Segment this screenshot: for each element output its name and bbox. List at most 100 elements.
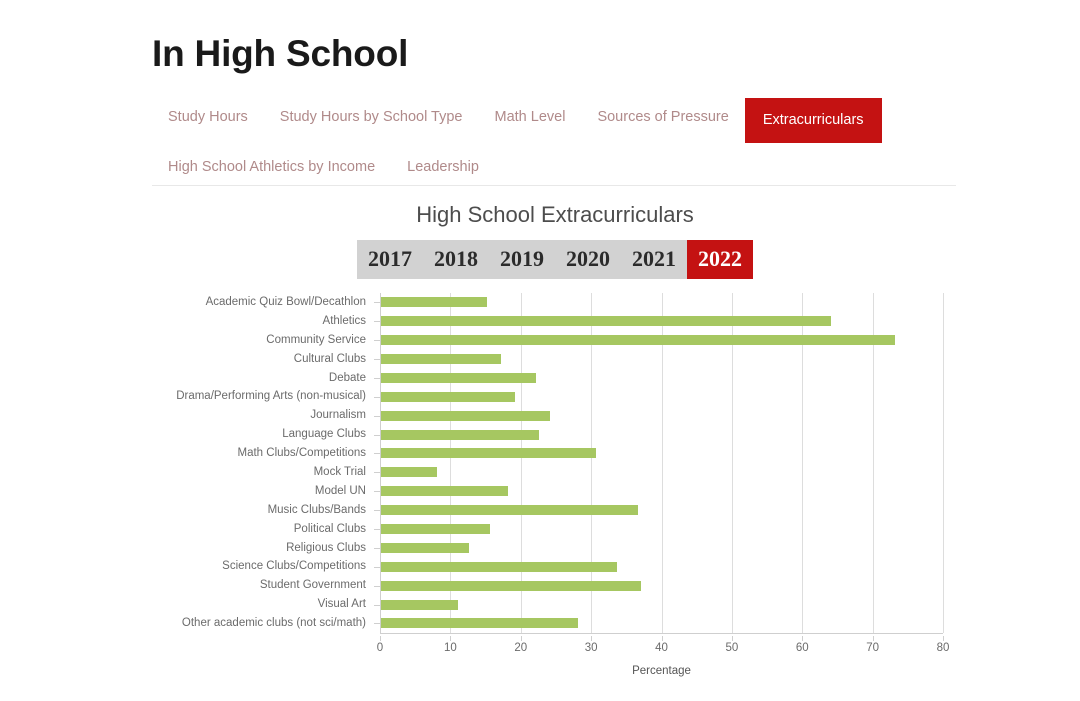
bar[interactable]: [381, 316, 832, 327]
category-label: Drama/Performing Arts (non-musical): [176, 390, 366, 403]
x-tick-mark-80: [943, 635, 944, 641]
x-axis-title: Percentage: [632, 664, 691, 677]
bar[interactable]: [381, 561, 617, 572]
x-tick-label-40: 40: [655, 641, 668, 654]
x-tick-label-50: 50: [725, 641, 739, 654]
y-axis-tick: [374, 302, 380, 304]
tab-extracurriculars[interactable]: Extracurriculars: [744, 98, 882, 144]
tab-study-hours[interactable]: Study Hours: [152, 98, 264, 137]
y-axis-tick: [374, 340, 380, 342]
chart-row: Religious Clubs: [152, 538, 958, 557]
category-label: Music Clubs/Bands: [267, 503, 366, 516]
chart-row: Science Clubs/Competitions: [152, 557, 958, 576]
category-label: Community Service: [266, 333, 366, 346]
tab-high-school-athletics-by-income[interactable]: High School Athletics by Income: [152, 148, 391, 187]
chart-row: Math Clubs/Competitions: [152, 444, 958, 463]
y-axis-tick: [374, 415, 380, 417]
category-label: Model UN: [314, 484, 366, 497]
chart-row: Mock Trial: [152, 463, 958, 482]
x-tick-label-80: 80: [936, 641, 950, 654]
chart-row: Academic Quiz Bowl/Decathlon: [152, 293, 958, 312]
bar[interactable]: [381, 580, 642, 591]
category-label: Other academic clubs (not sci/math): [181, 617, 366, 630]
x-tick-label-20: 20: [514, 641, 528, 654]
bar[interactable]: [381, 297, 487, 308]
bar[interactable]: [381, 372, 536, 383]
y-axis-tick: [374, 528, 380, 530]
x-tick-mark-10: [450, 635, 452, 641]
bar[interactable]: [381, 618, 579, 629]
x-tick-mark-30: [591, 635, 593, 641]
x-tick-mark-0: [380, 635, 381, 641]
y-axis-tick: [374, 491, 380, 493]
y-axis-tick: [374, 604, 380, 606]
x-tick-mark-40: [661, 635, 663, 641]
chart-panel: High School Extracurriculars 2017 2018 201…: [152, 196, 958, 677]
bar[interactable]: [381, 505, 638, 516]
y-axis-tick: [374, 396, 380, 398]
x-tick-mark-70: [872, 635, 874, 641]
category-label: Math Clubs/Competitions: [237, 447, 366, 460]
chart-row: Language Clubs: [152, 425, 958, 444]
category-label: Science Clubs/Competitions: [222, 560, 366, 573]
y-axis-tick: [374, 358, 380, 360]
page-root: In High School Study Hours Study Hours by…: [0, 0, 1080, 701]
category-label: Journalism: [310, 409, 366, 422]
x-tick-mark-20: [520, 635, 522, 641]
bar[interactable]: [381, 335, 895, 346]
category-label: Cultural Clubs: [293, 352, 366, 365]
x-tick-label-0: 0: [376, 641, 384, 654]
tabs-divider: [152, 185, 956, 186]
chart-plot-area: Academic Quiz Bowl/Decathlon Athletics Com…: [152, 292, 958, 677]
bar[interactable]: [381, 486, 508, 497]
year-button-2020[interactable]: 2020: [555, 240, 621, 279]
chart-row: Journalism: [152, 406, 958, 425]
bar[interactable]: [381, 353, 501, 364]
bar[interactable]: [381, 448, 596, 459]
tab-leadership[interactable]: Leadership: [391, 148, 495, 187]
bar[interactable]: [381, 391, 515, 402]
chart-title: High School Extracurriculars: [416, 202, 694, 227]
y-axis-tick: [374, 566, 380, 568]
category-label: Mock Trial: [313, 466, 366, 478]
category-label: Political Clubs: [293, 522, 366, 535]
year-button-2017[interactable]: 2017: [357, 240, 423, 279]
x-tick-label-30: 30: [584, 641, 598, 654]
year-button-2019[interactable]: 2019: [489, 240, 555, 279]
year-button-2018[interactable]: 2018: [423, 240, 489, 279]
bar[interactable]: [381, 467, 438, 478]
y-axis-tick: [374, 377, 380, 379]
chart-row: Drama/Performing Arts (non-musical): [152, 387, 958, 406]
chart-row: Athletics: [152, 312, 958, 331]
tab-study-hours-by-school-type[interactable]: Study Hours by School Type: [264, 98, 479, 137]
category-label: Visual Art: [317, 598, 366, 611]
category-label: Athletics: [322, 314, 366, 327]
year-button-2021[interactable]: 2021: [621, 240, 687, 279]
chart-row: Debate: [152, 368, 958, 387]
tab-sources-of-pressure[interactable]: Sources of Pressure: [581, 98, 744, 137]
y-axis-tick: [374, 510, 380, 512]
x-tick-label-10: 10: [443, 641, 457, 654]
x-axis-ticks: 0 10 20 30 40 50 60 70 80: [376, 635, 949, 656]
bar[interactable]: [381, 542, 469, 553]
tab-row-secondary: High School Athletics by Income Leadershi…: [152, 148, 958, 187]
y-axis-tick: [374, 453, 380, 455]
tab-math-level[interactable]: Math Level: [479, 98, 582, 137]
y-axis-tick: [374, 547, 380, 549]
bar[interactable]: [381, 429, 540, 440]
bar[interactable]: [381, 599, 459, 610]
bar[interactable]: [381, 523, 491, 534]
chart-row: Music Clubs/Bands: [152, 501, 958, 520]
y-axis-tick: [374, 585, 380, 587]
chart-row: Student Government: [152, 576, 958, 595]
chart-row: Cultural Clubs: [152, 350, 958, 369]
category-label: Academic Quiz Bowl/Decathlon: [205, 296, 366, 308]
chart-row: Community Service: [152, 331, 958, 350]
category-label: Religious Clubs: [286, 541, 366, 554]
chart-row: Political Clubs: [152, 520, 958, 539]
year-button-2022[interactable]: 2022: [687, 240, 753, 279]
year-selector[interactable]: 2017 2018 2019 2020 2021 2022: [357, 240, 753, 279]
bar[interactable]: [381, 410, 550, 421]
tab-navigation: Study Hours Study Hours by School Type Mat…: [152, 98, 958, 188]
chart-row: Other academic clubs (not sci/math): [152, 614, 958, 633]
